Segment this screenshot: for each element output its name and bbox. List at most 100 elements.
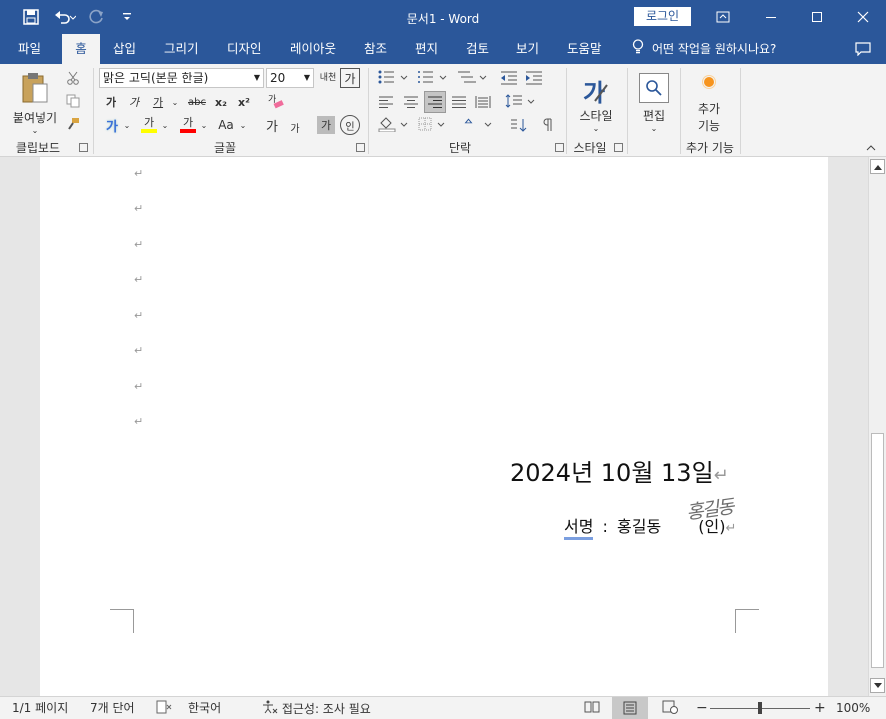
- minimize-icon[interactable]: [748, 0, 794, 34]
- shading-button[interactable]: [376, 115, 410, 135]
- tab-help[interactable]: 도움말: [557, 34, 612, 64]
- scroll-thumb[interactable]: [871, 433, 884, 668]
- tell-me-search[interactable]: 어떤 작업을 원하시나요?: [632, 34, 776, 64]
- word-count[interactable]: 7개 단어: [90, 700, 135, 717]
- text-effects-button[interactable]: 가: [101, 115, 123, 135]
- bold-button[interactable]: 가: [101, 92, 121, 112]
- tab-design[interactable]: 디자인: [217, 34, 272, 64]
- page-count[interactable]: 1/1 페이지: [12, 700, 68, 717]
- grow-font-button[interactable]: 가: [262, 115, 282, 135]
- enclose-characters-button[interactable]: 인: [340, 115, 360, 135]
- highlight-color-swatch: [141, 129, 157, 133]
- undo-button[interactable]: [48, 0, 82, 34]
- editing-button[interactable]: 편집 ⌄: [632, 68, 676, 138]
- ribbon-display-options-icon[interactable]: [700, 0, 746, 34]
- format-painter-icon[interactable]: [64, 115, 82, 133]
- tab-insert[interactable]: 삽입: [103, 34, 146, 64]
- comments-icon[interactable]: [840, 34, 886, 64]
- line-spacing-button[interactable]: [503, 92, 537, 112]
- align-center-icon[interactable]: [401, 92, 421, 112]
- tab-references[interactable]: 참조: [354, 34, 397, 64]
- zoom-slider[interactable]: [710, 702, 810, 714]
- increase-indent-icon[interactable]: [523, 68, 545, 88]
- tab-review[interactable]: 검토: [456, 34, 499, 64]
- superscript-button[interactable]: x²: [234, 92, 254, 112]
- phonetic-guide-button[interactable]: 내천: [318, 68, 338, 88]
- subscript-button[interactable]: x₂: [211, 92, 231, 112]
- customize-qat-icon[interactable]: [118, 0, 136, 34]
- styles-launcher-icon[interactable]: [614, 143, 623, 152]
- proofing-icon[interactable]: [156, 700, 172, 717]
- clear-formatting-button[interactable]: 가: [264, 92, 286, 112]
- font-size-combo[interactable]: 20 ▼: [266, 68, 314, 88]
- scroll-up-icon[interactable]: [870, 159, 885, 174]
- search-icon: [639, 73, 669, 103]
- sign-label: 서명: [564, 517, 594, 540]
- addins-icon: [702, 74, 716, 92]
- asian-layout-button[interactable]: ᅀ: [460, 115, 494, 135]
- styles-button[interactable]: 가 스타일 ⌄: [572, 68, 620, 138]
- highlight-color-button[interactable]: 가: [138, 115, 160, 135]
- close-icon[interactable]: [840, 0, 886, 34]
- tab-draw[interactable]: 그리기: [154, 34, 209, 64]
- strikethrough-button[interactable]: abc: [185, 92, 209, 112]
- chevron-down-icon[interactable]: ⌄: [122, 115, 132, 135]
- paste-button[interactable]: 붙여넣기 ⌄: [8, 68, 62, 138]
- copy-icon[interactable]: [64, 92, 82, 110]
- decrease-indent-icon[interactable]: [498, 68, 520, 88]
- tab-layout[interactable]: 레이아웃: [280, 34, 346, 64]
- save-icon[interactable]: [18, 0, 44, 34]
- sign-name: 홍길동: [617, 517, 662, 536]
- character-border-button[interactable]: 가: [340, 68, 360, 88]
- multilevel-list-button[interactable]: [454, 68, 490, 88]
- ribbon: 붙여넣기 ⌄ 클립보드 맑은 고딕(본문 한글) ▼ 20 ▼ 내천 가 가 가 가…: [0, 64, 886, 157]
- language[interactable]: 한국어: [188, 700, 221, 717]
- date-text: 2024년 10월 13일: [510, 459, 714, 487]
- borders-button[interactable]: [416, 115, 450, 135]
- bullets-button[interactable]: [376, 68, 410, 88]
- character-shading-button[interactable]: 가: [317, 116, 335, 134]
- read-mode-icon[interactable]: [584, 700, 600, 717]
- web-layout-icon[interactable]: [662, 700, 678, 717]
- shrink-font-button[interactable]: 가: [286, 118, 304, 136]
- scroll-down-icon[interactable]: [870, 678, 885, 693]
- change-case-button[interactable]: Aa: [215, 115, 237, 135]
- maximize-icon[interactable]: [794, 0, 840, 34]
- zoom-in-button[interactable]: +: [814, 700, 826, 717]
- tab-file[interactable]: 파일: [8, 34, 51, 64]
- cut-icon[interactable]: [64, 69, 82, 87]
- align-right-icon[interactable]: [424, 91, 446, 113]
- underline-button[interactable]: 가: [147, 92, 169, 112]
- zoom-out-button[interactable]: −: [696, 700, 708, 717]
- date-line[interactable]: 2024년 10월 13일↵: [510, 453, 729, 488]
- italic-button[interactable]: 가: [124, 92, 144, 112]
- chevron-down-icon[interactable]: ⌄: [238, 115, 248, 135]
- zoom-level[interactable]: 100%: [836, 700, 870, 717]
- chevron-down-icon[interactable]: ⌄: [160, 115, 170, 135]
- numbering-button[interactable]: [414, 68, 450, 88]
- sort-icon[interactable]: [507, 115, 529, 135]
- distributed-icon[interactable]: [473, 92, 493, 112]
- addins-button[interactable]: 추가 기능: [684, 70, 734, 138]
- tab-view[interactable]: 보기: [506, 34, 549, 64]
- tab-home[interactable]: 홈: [62, 34, 100, 65]
- align-left-icon[interactable]: [376, 92, 396, 112]
- vertical-scrollbar[interactable]: [868, 157, 886, 696]
- document-page[interactable]: ↵ ↵ ↵ ↵ ↵ ↵ ↵ ↵ 2024년 10월 13일↵ 서명 : 홍길동 …: [40, 157, 828, 696]
- redo-icon[interactable]: [86, 0, 108, 34]
- show-formatting-marks-icon[interactable]: [538, 115, 558, 135]
- accessibility-status[interactable]: 접근성: 조사 필요: [262, 700, 371, 717]
- justify-icon[interactable]: [449, 92, 469, 112]
- zoom-slider-thumb[interactable]: [758, 702, 762, 714]
- clipboard-launcher-icon[interactable]: [79, 143, 88, 152]
- print-layout-icon[interactable]: [612, 697, 648, 719]
- font-launcher-icon[interactable]: [356, 143, 365, 152]
- font-color-button[interactable]: 가: [177, 115, 199, 135]
- font-name-combo[interactable]: 맑은 고딕(본문 한글) ▼: [99, 68, 264, 88]
- collapse-ribbon-icon[interactable]: [862, 141, 880, 155]
- login-button[interactable]: 로그인: [634, 7, 691, 26]
- tab-mailings[interactable]: 편지: [405, 34, 448, 64]
- chevron-down-icon[interactable]: ⌄: [199, 115, 209, 135]
- paragraph-launcher-icon[interactable]: [555, 143, 564, 152]
- chevron-down-icon[interactable]: ⌄: [170, 92, 180, 112]
